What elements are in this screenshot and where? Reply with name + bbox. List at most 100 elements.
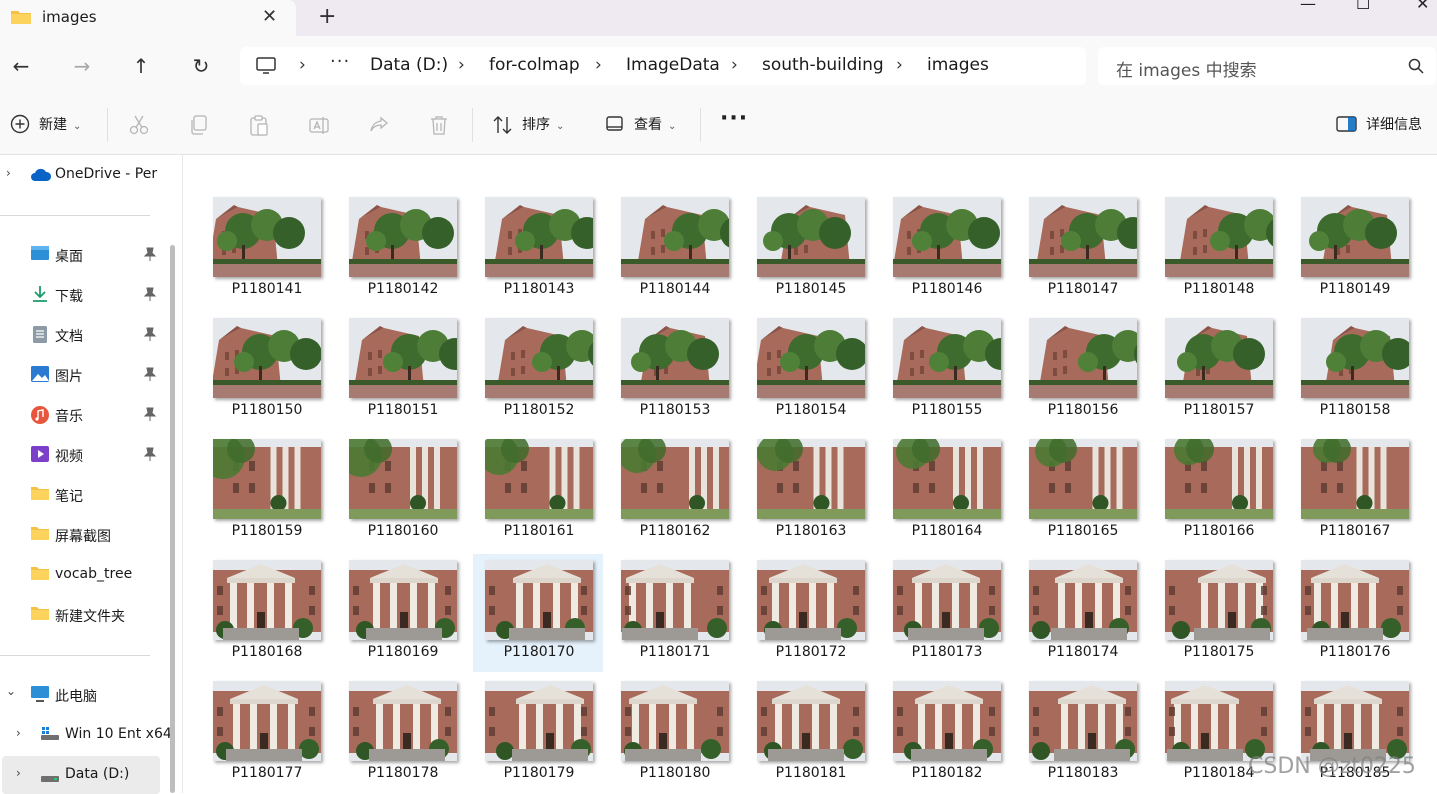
file-item[interactable]: P1180146	[881, 191, 1011, 309]
file-item[interactable]: P1180148	[1153, 191, 1283, 309]
back-arrow-icon[interactable]: ←	[9, 54, 33, 78]
image-thumbnail[interactable]	[1029, 681, 1137, 761]
paste-icon[interactable]	[248, 114, 270, 140]
forward-arrow-icon[interactable]: →	[70, 54, 94, 78]
image-thumbnail[interactable]	[213, 197, 321, 277]
sidebar-item-data-drive[interactable]: › Data (D:)	[2, 756, 160, 794]
file-item[interactable]: P1180141	[201, 191, 331, 309]
image-thumbnail[interactable]	[893, 439, 1001, 519]
image-thumbnail[interactable]	[757, 560, 865, 640]
image-thumbnail[interactable]	[1301, 318, 1409, 398]
breadcrumb-separator-icon[interactable]: ›	[595, 55, 602, 75]
sidebar-item-pictures[interactable]: 图片	[0, 356, 165, 394]
file-item[interactable]: P1180173	[881, 554, 1011, 672]
sidebar-item-screenshots[interactable]: 屏幕截图	[0, 516, 165, 554]
file-item[interactable]: P1180149	[1289, 191, 1419, 309]
file-item[interactable]: P1180142	[337, 191, 467, 309]
file-item[interactable]: P1180176	[1289, 554, 1419, 672]
sidebar-item-notes[interactable]: 笔记	[0, 476, 165, 514]
sidebar-item-videos[interactable]: 视频	[0, 436, 165, 474]
file-item[interactable]: P1180166	[1153, 433, 1283, 551]
chevron-right-icon[interactable]: ›	[16, 726, 21, 740]
details-button[interactable]: 详细信息	[1366, 114, 1422, 134]
chevron-right-icon[interactable]: ›	[16, 766, 21, 780]
file-item[interactable]: P1180153	[609, 312, 739, 430]
file-item[interactable]: P1180164	[881, 433, 1011, 551]
image-thumbnail[interactable]	[1165, 318, 1273, 398]
sidebar-item-this-pc[interactable]: ⌄ 此电脑	[0, 676, 165, 714]
file-item[interactable]: P1180171	[609, 554, 739, 672]
sidebar-item-vocab-tree[interactable]: vocab_tree	[0, 556, 165, 594]
breadcrumb-data-drive[interactable]: Data (D:)	[370, 55, 448, 75]
view-icon[interactable]	[605, 114, 625, 138]
pin-icon[interactable]	[143, 407, 157, 424]
new-tab-icon[interactable]: +	[318, 4, 336, 29]
image-thumbnail[interactable]	[349, 197, 457, 277]
file-item[interactable]: P1180165	[1017, 433, 1147, 551]
image-thumbnail[interactable]	[621, 318, 729, 398]
image-thumbnail[interactable]	[1301, 197, 1409, 277]
tab-images[interactable]: images ✕	[0, 0, 296, 36]
sidebar-item-new-folder[interactable]: 新建文件夹	[0, 596, 165, 634]
file-item[interactable]: P1180158	[1289, 312, 1419, 430]
maximize-icon[interactable]: ☐	[1356, 0, 1370, 13]
image-thumbnail[interactable]	[893, 681, 1001, 761]
image-thumbnail[interactable]	[757, 197, 865, 277]
image-thumbnail[interactable]	[213, 681, 321, 761]
file-item[interactable]: P1180152	[473, 312, 603, 430]
sidebar-item-onedrive[interactable]: › OneDrive - Per	[0, 156, 165, 194]
delete-icon[interactable]	[428, 114, 450, 140]
image-thumbnail[interactable]	[757, 439, 865, 519]
file-item[interactable]: P1180170	[473, 554, 603, 672]
file-item[interactable]: P1180150	[201, 312, 331, 430]
new-button[interactable]: 新建 ⌄	[39, 114, 81, 134]
file-item[interactable]: P1180159	[201, 433, 331, 551]
image-thumbnail[interactable]	[485, 560, 593, 640]
breadcrumb-south-building[interactable]: south-building	[762, 55, 884, 75]
file-item[interactable]: P1180181	[745, 675, 875, 793]
image-thumbnail[interactable]	[485, 197, 593, 277]
file-item[interactable]: P1180162	[609, 433, 739, 551]
search-box[interactable]: 在 images 中搜索	[1098, 47, 1436, 85]
image-thumbnail[interactable]	[349, 318, 457, 398]
file-item[interactable]: P1180172	[745, 554, 875, 672]
computer-icon[interactable]	[256, 57, 276, 79]
close-tab-icon[interactable]: ✕	[262, 6, 277, 27]
details-pane-icon[interactable]	[1336, 114, 1358, 138]
file-item[interactable]: P1180144	[609, 191, 739, 309]
image-thumbnail[interactable]	[485, 318, 593, 398]
image-thumbnail[interactable]	[1165, 197, 1273, 277]
sidebar-scrollbar[interactable]	[170, 245, 175, 793]
refresh-icon[interactable]: ↻	[189, 54, 213, 78]
file-item[interactable]: P1180179	[473, 675, 603, 793]
image-thumbnail[interactable]	[893, 560, 1001, 640]
file-item[interactable]: P1180183	[1017, 675, 1147, 793]
chevron-right-icon[interactable]: ›	[6, 166, 11, 180]
rename-icon[interactable]	[308, 114, 330, 140]
image-thumbnail[interactable]	[1029, 197, 1137, 277]
file-item[interactable]: P1180151	[337, 312, 467, 430]
chevron-down-icon[interactable]: ⌄	[6, 684, 16, 698]
new-plus-icon[interactable]	[10, 114, 30, 138]
breadcrumb-for-colmap[interactable]: for-colmap	[489, 55, 580, 75]
minimize-icon[interactable]: —	[1300, 0, 1316, 13]
image-thumbnail[interactable]	[213, 439, 321, 519]
pin-icon[interactable]	[143, 287, 157, 304]
sidebar-item-downloads[interactable]: 下载	[0, 276, 165, 314]
image-thumbnail[interactable]	[1301, 681, 1409, 761]
image-thumbnail[interactable]	[621, 681, 729, 761]
sidebar-item-desktop[interactable]: 桌面	[0, 236, 165, 274]
file-item[interactable]: P1180145	[745, 191, 875, 309]
image-thumbnail[interactable]	[1029, 318, 1137, 398]
image-thumbnail[interactable]	[349, 439, 457, 519]
sidebar-item-music[interactable]: 音乐	[0, 396, 165, 434]
image-thumbnail[interactable]	[1165, 560, 1273, 640]
file-item[interactable]: P1180182	[881, 675, 1011, 793]
file-item[interactable]: P1180143	[473, 191, 603, 309]
sidebar-item-win10-drive[interactable]: › Win 10 Ent x64	[0, 716, 172, 754]
copy-icon[interactable]	[188, 114, 210, 140]
image-thumbnail[interactable]	[1301, 439, 1409, 519]
image-thumbnail[interactable]	[485, 439, 593, 519]
breadcrumb-more-icon[interactable]: ···	[330, 51, 350, 72]
file-item[interactable]: P1180168	[201, 554, 331, 672]
